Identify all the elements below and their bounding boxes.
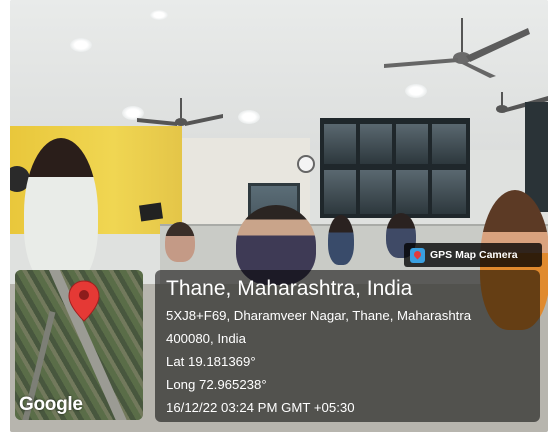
seated-person: [328, 215, 354, 265]
map-thumbnail: Google: [15, 270, 143, 420]
ceiling-light: [405, 84, 427, 98]
badge-label: GPS Map Camera: [430, 249, 518, 261]
location-title: Thane, Maharashtra, India: [166, 277, 413, 300]
ceiling-light: [70, 38, 92, 52]
longitude: Long 72.965238°: [166, 377, 267, 392]
ceiling-light: [150, 10, 168, 20]
location-pin-icon: [68, 280, 100, 322]
clapperboard-icon: [138, 202, 164, 222]
glass-cabin: [320, 118, 470, 218]
wall-clock-icon: [297, 155, 315, 173]
ceiling-light: [238, 110, 260, 124]
map-pin-icon: [410, 247, 425, 263]
address-line-1: 5XJ8+F69, Dharamveer Nagar, Thane, Mahar…: [166, 308, 472, 323]
ceiling-fan-icon: [384, 18, 530, 78]
standing-woman: [24, 138, 98, 288]
seated-person: [165, 222, 195, 262]
gps-camera-badge: GPS Map Camera: [404, 243, 542, 267]
google-logo: Google: [19, 394, 83, 415]
address-line-2: 400080, India: [166, 331, 246, 346]
timestamp: 16/12/22 03:24 PM GMT +05:30: [166, 400, 355, 415]
latitude: Lat 19.181369°: [166, 354, 256, 369]
